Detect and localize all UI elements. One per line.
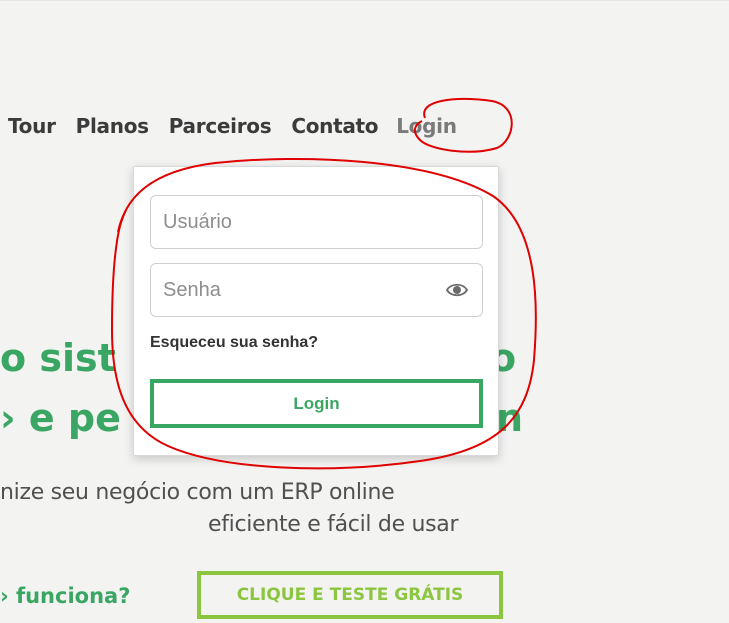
- password-field: [150, 263, 483, 317]
- top-border: [0, 0, 729, 1]
- main-nav: Tour Planos Parceiros Contato Login: [8, 112, 457, 140]
- hero-title-line2: › e pe: [0, 396, 121, 440]
- forgot-password-link[interactable]: Esqueceu sua senha?: [150, 334, 318, 352]
- free-trial-button[interactable]: CLIQUE E TESTE GRÁTIS: [197, 571, 503, 619]
- nav-item-planos[interactable]: Planos: [76, 114, 149, 138]
- eye-icon[interactable]: [446, 281, 468, 299]
- hero-subtitle-line1: nize seu negócio com um ERP online: [0, 480, 395, 505]
- how-it-works-link[interactable]: › funciona?: [0, 584, 130, 608]
- hero-subtitle-line2: eficiente e fácil de usar: [208, 512, 459, 537]
- login-submit-button[interactable]: Login: [150, 379, 483, 428]
- nav-item-parceiros[interactable]: Parceiros: [169, 114, 272, 138]
- username-field: [150, 195, 483, 249]
- hero-title-line1: o sist: [0, 336, 116, 380]
- login-dropdown: Esqueceu sua senha? Login: [133, 166, 499, 456]
- nav-item-login[interactable]: Login: [396, 114, 457, 138]
- hero-title-line2-tail: n: [496, 396, 524, 440]
- nav-item-contato[interactable]: Contato: [291, 114, 378, 138]
- password-input[interactable]: [151, 264, 433, 316]
- nav-item-tour[interactable]: Tour: [8, 114, 56, 138]
- username-input[interactable]: [151, 196, 433, 248]
